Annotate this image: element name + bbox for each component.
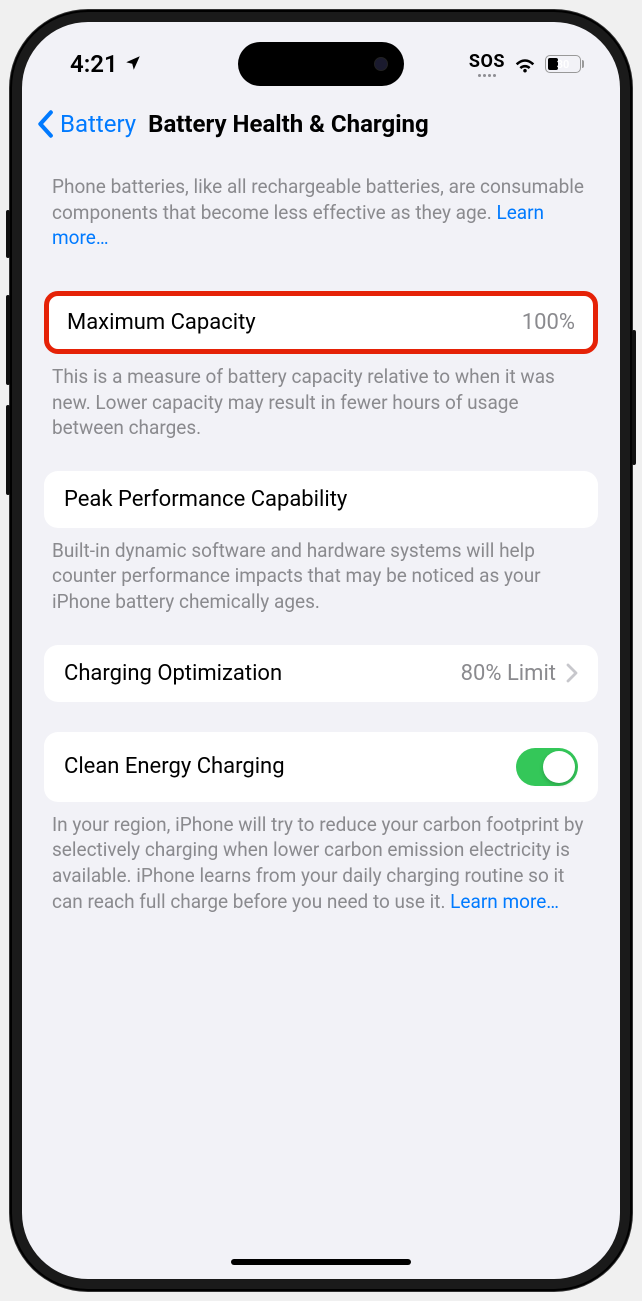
- peak-performance-row[interactable]: Peak Performance Capability: [44, 471, 598, 528]
- clean-energy-charging-row: Clean Energy Charging: [44, 732, 598, 802]
- volume-down-button: [6, 405, 10, 495]
- maximum-capacity-footer: This is a measure of battery capacity re…: [44, 354, 598, 441]
- charging-optimization-value: 80% Limit: [461, 661, 556, 686]
- back-button-label[interactable]: Battery: [60, 110, 136, 138]
- wifi-icon: [513, 55, 537, 73]
- content-area: Phone batteries, like all rechargeable b…: [22, 152, 620, 914]
- clean-energy-learn-more-link[interactable]: Learn more…: [450, 890, 559, 913]
- peak-performance-footer: Built-in dynamic software and hardware s…: [44, 528, 598, 615]
- sos-label: SOS: [469, 51, 505, 72]
- status-right: SOS 30: [469, 51, 584, 77]
- back-chevron-icon[interactable]: [36, 110, 54, 138]
- mute-switch: [6, 210, 10, 258]
- home-indicator[interactable]: [231, 1259, 411, 1265]
- phone-frame: 4:21 SOS 30: [10, 10, 632, 1291]
- status-time: 4:21: [70, 50, 118, 78]
- battery-percent: 30: [557, 58, 570, 71]
- intro-description: Phone batteries, like all rechargeable b…: [44, 152, 598, 261]
- page-title: Battery Health & Charging: [148, 110, 429, 138]
- battery-icon: 30: [545, 55, 584, 73]
- charging-optimization-row[interactable]: Charging Optimization 80% Limit: [44, 645, 598, 702]
- maximum-capacity-value: 100%: [522, 310, 575, 335]
- dynamic-island[interactable]: [238, 42, 404, 86]
- clean-energy-toggle[interactable]: [516, 748, 578, 786]
- clean-energy-label: Clean Energy Charging: [64, 754, 285, 779]
- volume-up-button: [6, 295, 10, 385]
- chevron-right-icon: [566, 663, 578, 683]
- location-arrow-icon: [124, 50, 142, 78]
- peak-performance-label: Peak Performance Capability: [64, 487, 347, 512]
- maximum-capacity-label: Maximum Capacity: [67, 310, 256, 335]
- power-button: [632, 330, 636, 465]
- navigation-bar: Battery Battery Health & Charging: [22, 92, 620, 152]
- cellular-dots-icon: [478, 74, 496, 77]
- status-left: 4:21: [70, 50, 142, 78]
- sos-indicator: SOS: [469, 51, 505, 77]
- charging-optimization-label: Charging Optimization: [64, 661, 282, 686]
- clean-energy-footer: In your region, iPhone will try to reduc…: [44, 802, 598, 915]
- maximum-capacity-row[interactable]: Maximum Capacity 100%: [44, 291, 598, 354]
- front-camera: [374, 57, 388, 71]
- phone-screen: 4:21 SOS 30: [22, 22, 620, 1279]
